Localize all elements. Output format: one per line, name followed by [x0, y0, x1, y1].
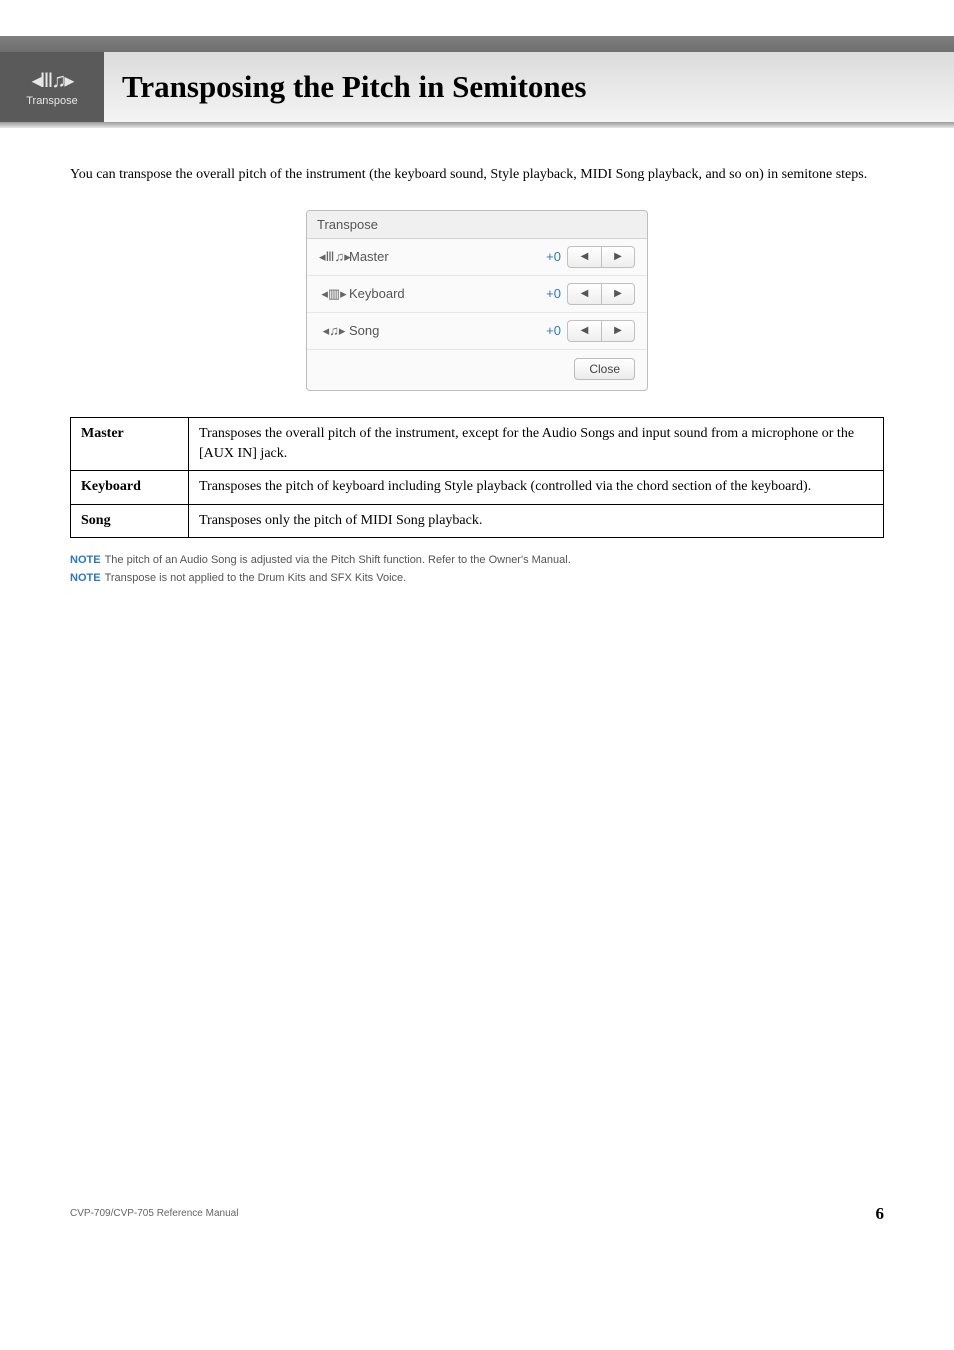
- table-row: Master Transposes the overall pitch of t…: [71, 417, 884, 471]
- header-title-area: Transposing the Pitch in Semitones: [104, 52, 954, 122]
- master-icon: ◂Ⅲ♫▸: [319, 249, 349, 265]
- keyboard-increment-button[interactable]: ▶: [601, 283, 635, 305]
- panel-row-keyboard: ◂▥▸ Keyboard +0 ◀ ▶: [307, 276, 647, 313]
- intro-paragraph: You can transpose the overall pitch of t…: [70, 164, 884, 186]
- song-decrement-button[interactable]: ◀: [567, 320, 601, 342]
- keyboard-label: Keyboard: [349, 286, 529, 301]
- keyboard-decrement-button[interactable]: ◀: [567, 283, 601, 305]
- note-1: NOTE The pitch of an Audio Song is adjust…: [70, 554, 884, 566]
- cell-keyboard-body: Transposes the pitch of keyboard includi…: [189, 471, 884, 504]
- panel-title: Transpose: [307, 211, 647, 239]
- top-strip: [0, 0, 954, 52]
- transpose-icon: ◂Ⅲ♫▸: [32, 68, 73, 93]
- panel-row-master: ◂Ⅲ♫▸ Master +0 ◀ ▶: [307, 239, 647, 276]
- transpose-panel: Transpose ◂Ⅲ♫▸ Master +0 ◀ ▶ ◂▥▸ Keyboar…: [306, 210, 648, 391]
- note-label: NOTE: [70, 572, 101, 584]
- cell-master-head: Master: [71, 417, 189, 471]
- note-1-text: The pitch of an Audio Song is adjusted v…: [105, 554, 571, 566]
- cell-master-body: Transposes the overall pitch of the inst…: [189, 417, 884, 471]
- note-label: NOTE: [70, 554, 101, 566]
- master-label: Master: [349, 249, 529, 264]
- cell-song-body: Transposes only the pitch of MIDI Song p…: [189, 504, 884, 537]
- song-label: Song: [349, 323, 529, 338]
- spec-table: Master Transposes the overall pitch of t…: [70, 417, 884, 538]
- panel-row-song: ◂♫▸ Song +0 ◀ ▶: [307, 313, 647, 350]
- page-footer: CVP-709/CVP-705 Reference Manual 6: [0, 1204, 954, 1224]
- close-button[interactable]: Close: [574, 358, 635, 380]
- footer-reference: CVP-709/CVP-705 Reference Manual: [70, 1208, 238, 1219]
- page-number: 6: [876, 1204, 885, 1224]
- song-icon: ◂♫▸: [319, 323, 349, 339]
- master-decrement-button[interactable]: ◀: [567, 246, 601, 268]
- header-badge-label: Transpose: [26, 95, 78, 107]
- header-badge: ◂Ⅲ♫▸ Transpose: [0, 52, 104, 122]
- page-title: Transposing the Pitch in Semitones: [122, 69, 586, 105]
- note-2: NOTE Transpose is not applied to the Drum…: [70, 572, 884, 584]
- song-increment-button[interactable]: ▶: [601, 320, 635, 342]
- note-2-text: Transpose is not applied to the Drum Kit…: [105, 572, 407, 584]
- cell-song-head: Song: [71, 504, 189, 537]
- keyboard-icon: ◂▥▸: [319, 286, 349, 302]
- cell-keyboard-head: Keyboard: [71, 471, 189, 504]
- master-value: +0: [529, 249, 567, 264]
- master-increment-button[interactable]: ▶: [601, 246, 635, 268]
- table-row: Keyboard Transposes the pitch of keyboar…: [71, 471, 884, 504]
- section-header: ◂Ⅲ♫▸ Transpose Transposing the Pitch in …: [0, 52, 954, 122]
- keyboard-value: +0: [529, 286, 567, 301]
- song-value: +0: [529, 323, 567, 338]
- table-row: Song Transposes only the pitch of MIDI S…: [71, 504, 884, 537]
